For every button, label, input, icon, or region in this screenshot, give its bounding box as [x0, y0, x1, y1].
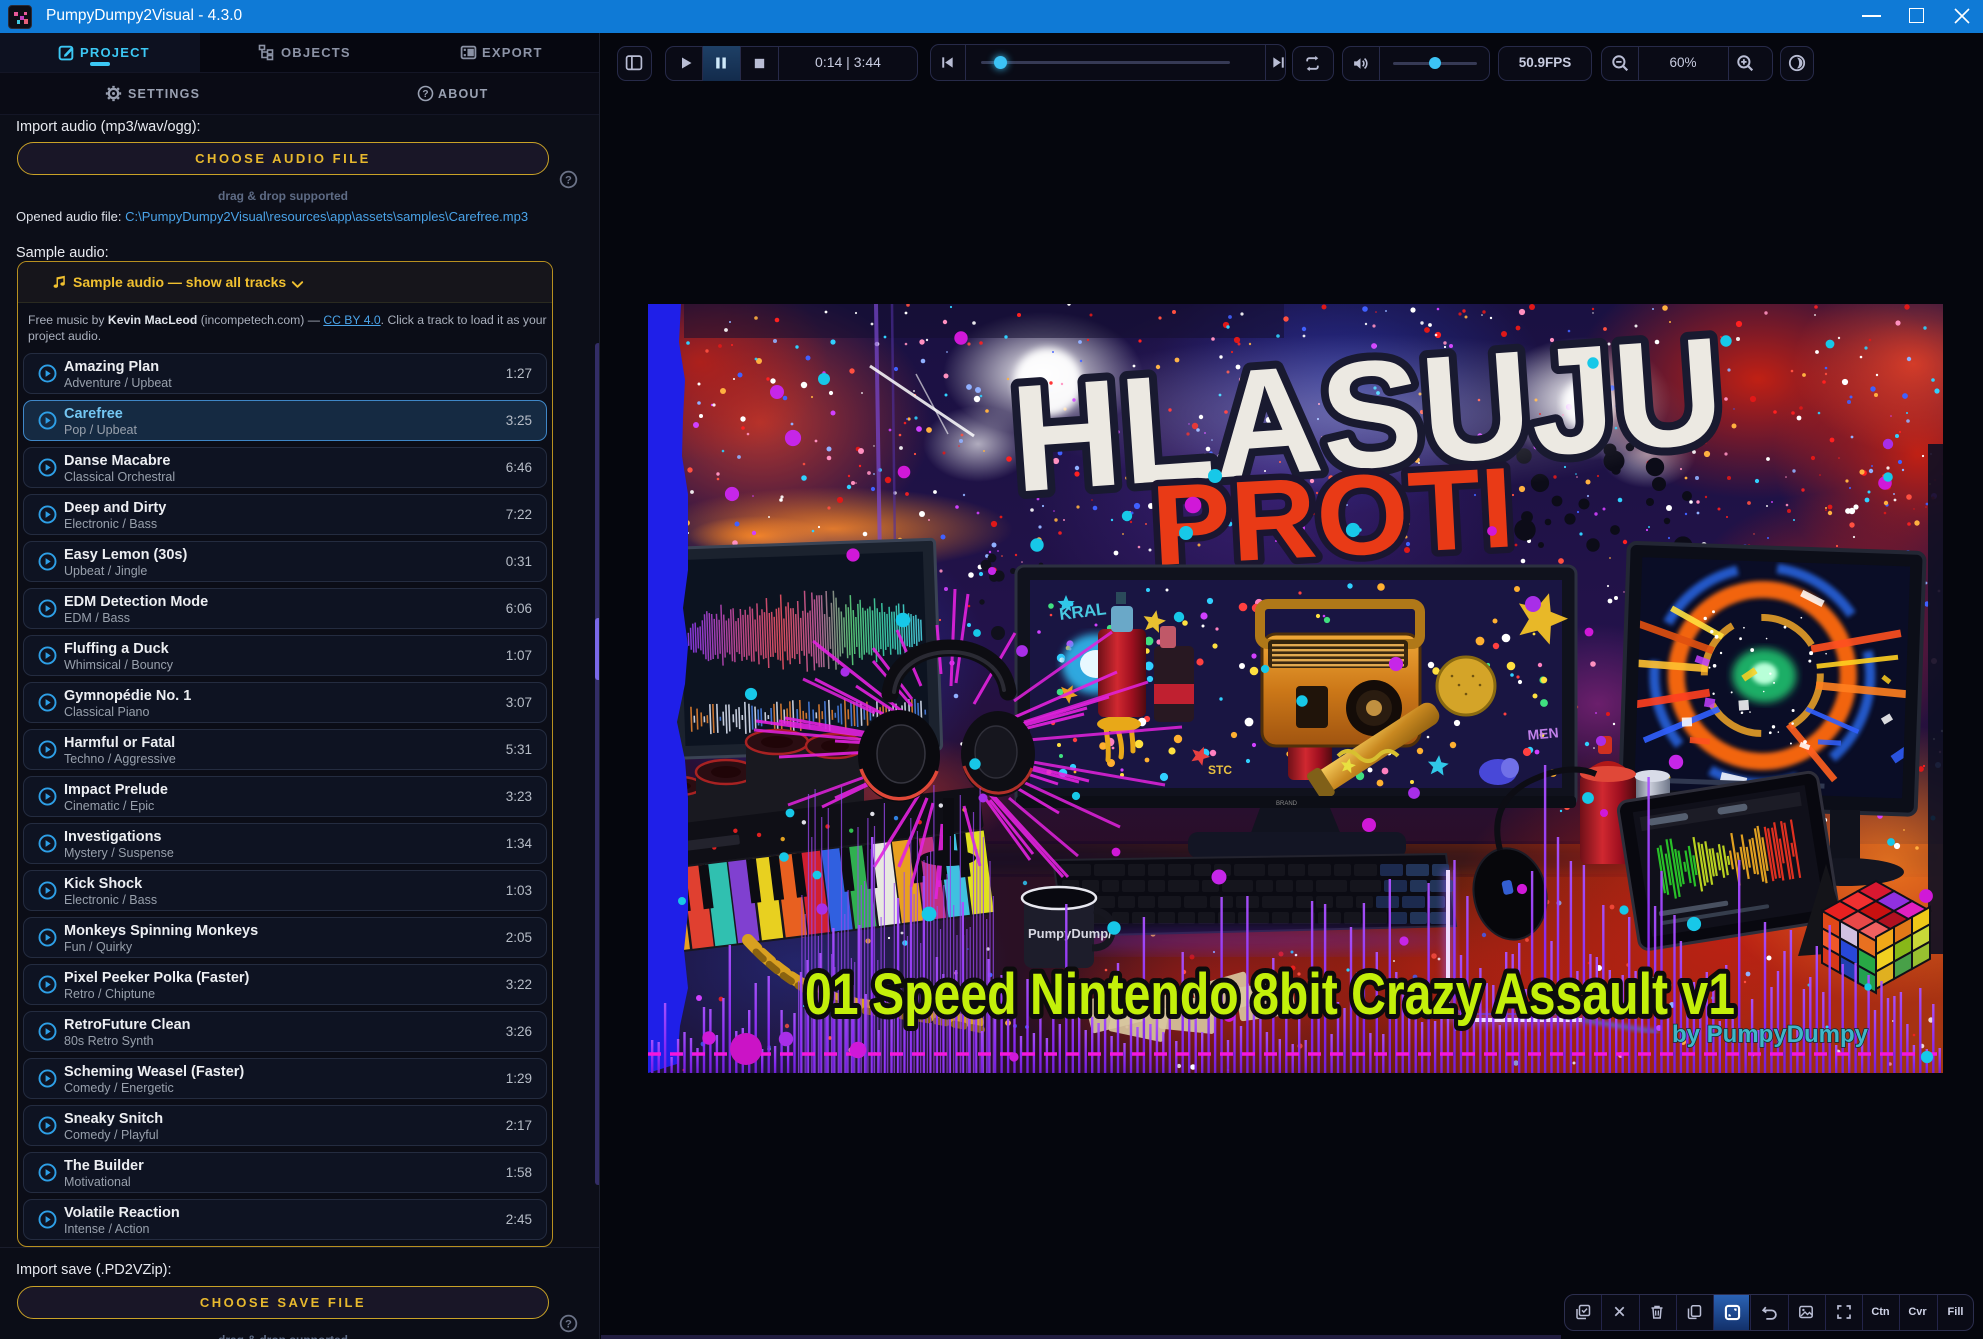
svg-text:BRAND: BRAND [1276, 801, 1298, 807]
svg-text:STC: STC [1208, 763, 1232, 777]
svg-text:?: ? [565, 174, 572, 186]
svg-text:MEN: MEN [1527, 724, 1559, 743]
svg-text:?: ? [422, 89, 428, 100]
svg-text:by PumpyDumpy: by PumpyDumpy [1672, 1021, 1869, 1048]
svg-text:01 Speed Nintendo 8bit Crazy A: 01 Speed Nintendo 8bit Crazy Assault v1 [805, 962, 1735, 1027]
svg-text:?: ? [565, 1318, 572, 1330]
svg-text:PumpyDump/: PumpyDump/ [1028, 926, 1112, 941]
